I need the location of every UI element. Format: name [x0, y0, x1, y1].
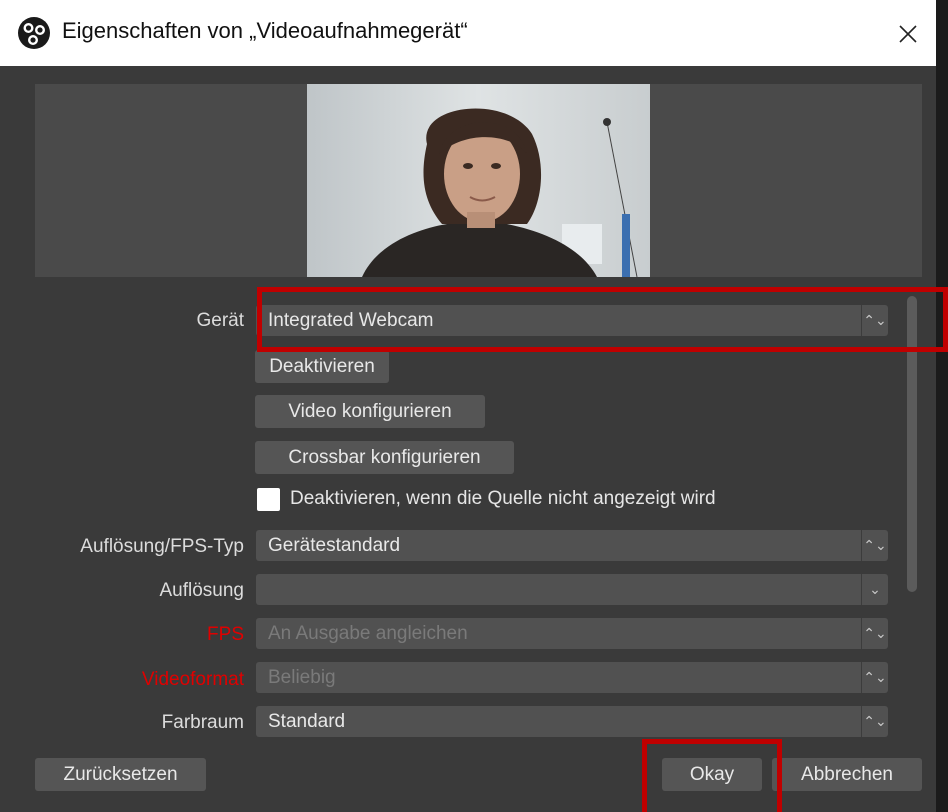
cancel-button[interactable]: Abbrechen: [772, 758, 922, 791]
fps-label: FPS: [207, 624, 244, 645]
color-space-value: Standard: [268, 711, 346, 732]
window-edge: [936, 0, 948, 812]
video-format-value: Beliebig: [268, 667, 336, 688]
resolution-fps-type-value: Gerätestandard: [268, 535, 401, 556]
deactivate-when-hidden-checkbox[interactable]: [257, 488, 280, 511]
resolution-label: Auflösung: [159, 580, 244, 601]
resolution-fps-type-label: Auflösung/FPS-Typ: [80, 536, 244, 557]
fps-select[interactable]: An Ausgabe angleichen ⌃⌄: [256, 618, 888, 649]
device-highlight-box: [257, 287, 948, 352]
video-format-select[interactable]: Beliebig ⌃⌄: [256, 662, 888, 693]
fps-value: An Ausgabe angleichen: [268, 623, 468, 644]
configure-crossbar-button[interactable]: Crossbar konfigurieren: [255, 441, 514, 474]
device-label: Gerät: [196, 310, 244, 331]
updown-arrows-icon: ⌃⌄: [861, 618, 888, 649]
configure-video-button[interactable]: Video konfigurieren: [255, 395, 485, 428]
chevron-down-icon: ⌄: [861, 574, 888, 605]
video-format-label: Videoformat: [141, 669, 244, 690]
obs-logo-icon: [18, 17, 50, 49]
close-icon[interactable]: [888, 14, 928, 54]
window-title: Eigenschaften von „Videoaufnahmegerät“: [62, 18, 468, 43]
color-space-label: Farbraum: [161, 712, 244, 733]
webcam-preview: [307, 84, 650, 277]
resolution-fps-type-select[interactable]: Gerätestandard ⌃⌄: [256, 530, 888, 561]
deactivate-when-hidden-label: Deaktivieren, wenn die Quelle nicht ange…: [290, 488, 716, 509]
updown-arrows-icon: ⌃⌄: [861, 530, 888, 561]
resolution-select[interactable]: ⌄: [256, 574, 888, 605]
color-space-select[interactable]: Standard ⌃⌄: [256, 706, 888, 737]
reset-button[interactable]: Zurücksetzen: [35, 758, 206, 791]
ok-highlight-box: [642, 739, 782, 812]
updown-arrows-icon: ⌃⌄: [861, 662, 888, 693]
title-bar: Eigenschaften von „Videoaufnahmegerät“: [0, 0, 936, 66]
updown-arrows-icon: ⌃⌄: [861, 706, 888, 737]
deactivate-button[interactable]: Deaktivieren: [255, 350, 389, 383]
